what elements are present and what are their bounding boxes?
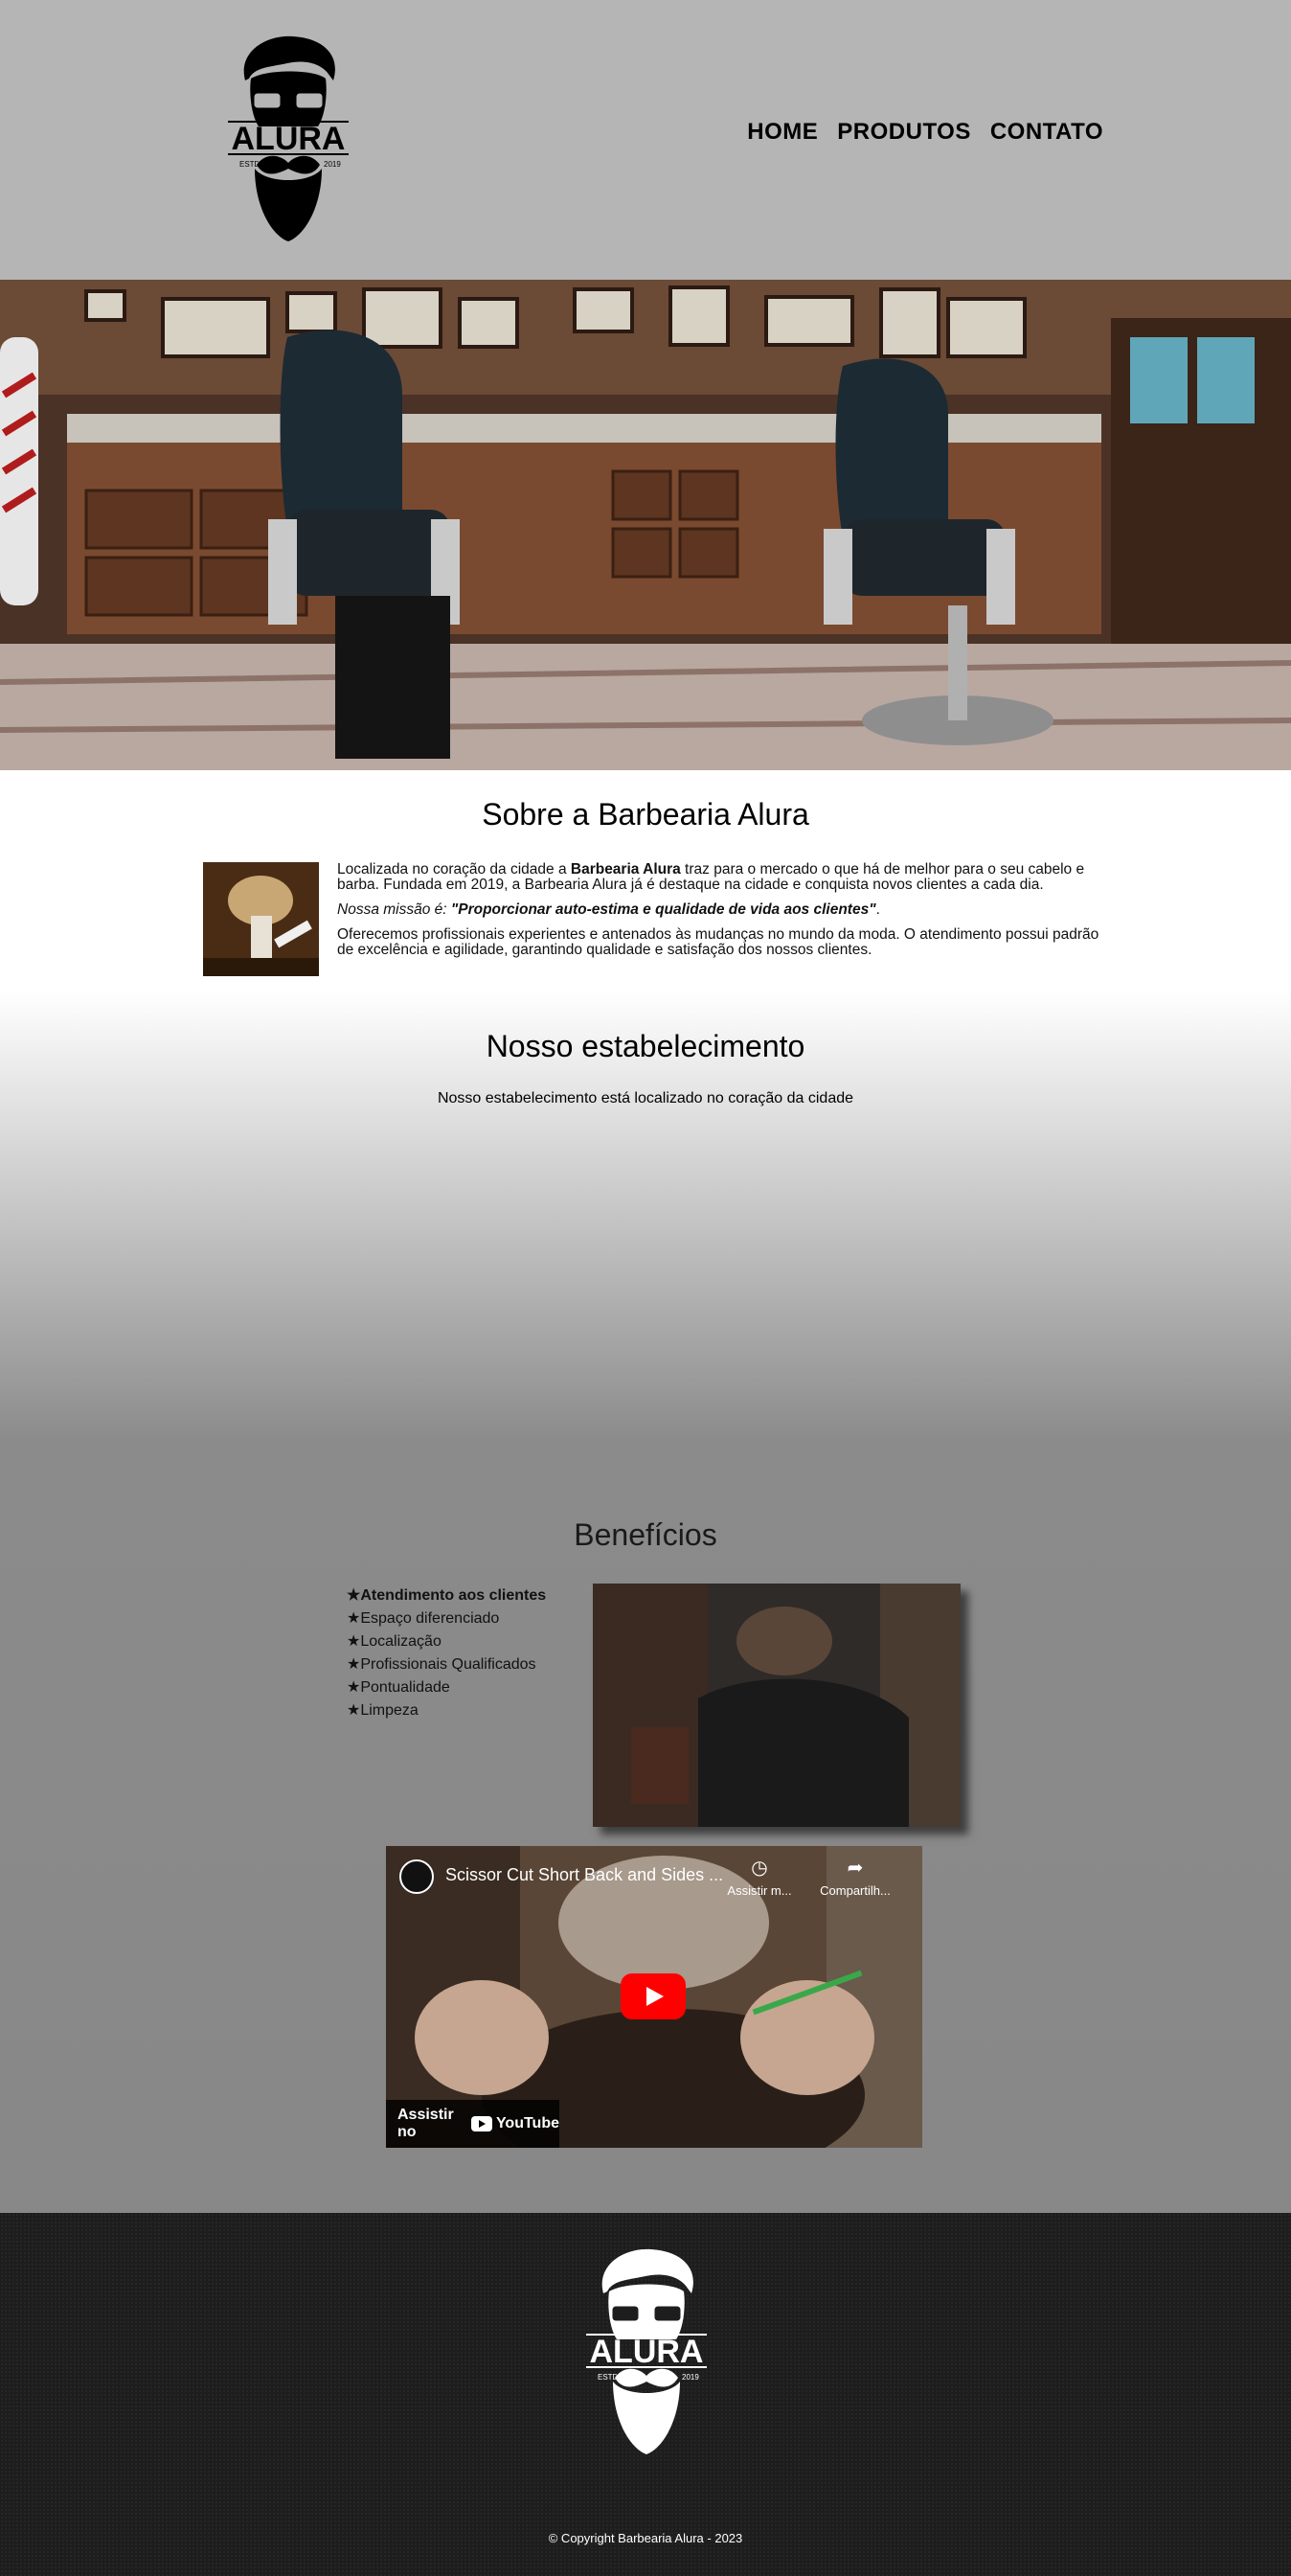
nav-contato-link[interactable]: CONTATO	[990, 119, 1103, 146]
establishment-title: Nosso estabelecimento	[486, 1029, 805, 1063]
alura-logo[interactable]: ALURA ESTD 2019	[228, 34, 349, 243]
watch-on-youtube-button[interactable]: Assistir no YouTube	[386, 2100, 559, 2148]
clock-icon: ◷	[751, 1858, 768, 1879]
content-section: Nosso estabelecimento Nosso estabelecime…	[0, 991, 1291, 2213]
about-section: Sobre a Barbearia Alura Localizada no co…	[0, 770, 1291, 991]
youtube-logo-icon: YouTube	[470, 2115, 559, 2132]
site-footer: ALURA ESTD 2019 © Copyright Barbearia Al…	[0, 2213, 1291, 2576]
svg-text:ESTD: ESTD	[598, 2373, 619, 2382]
main-nav: HOME PRODUTOS CONTATO	[747, 119, 1103, 146]
benefit-item: Pontualidade	[347, 1676, 546, 1699]
watch-later-button[interactable]: ◷ Assistir m...	[721, 1856, 798, 1898]
shaving-brush-image	[203, 862, 319, 976]
nav-produtos-link[interactable]: PRODUTOS	[837, 119, 971, 146]
channel-avatar-icon[interactable]	[399, 1859, 434, 1894]
benefits-image	[593, 1584, 961, 1827]
benefit-item: Atendimento aos clientes	[347, 1584, 546, 1607]
hero-banner-image	[0, 280, 1291, 770]
about-paragraph-3: Oferecemos profissionais experientes e a…	[337, 926, 1099, 958]
video-title[interactable]: Scissor Cut Short Back and Sides ...	[445, 1865, 723, 1885]
about-title: Sobre a Barbearia Alura	[482, 797, 809, 832]
establishment-text: Nosso estabelecimento está localizado no…	[437, 1090, 854, 1106]
benefit-item: Profissionais Qualificados	[347, 1653, 546, 1676]
benefit-item: Espaço diferenciado	[347, 1607, 546, 1630]
copyright-text: © Copyright Barbearia Alura - 2023	[548, 2531, 743, 2545]
benefits-title: Benefícios	[574, 1517, 717, 1552]
svg-text:2019: 2019	[682, 2373, 699, 2382]
svg-text:2019: 2019	[324, 160, 341, 169]
share-button[interactable]: ➦ Compartilh...	[817, 1856, 894, 1898]
site-header: ALURA ESTD 2019 HOME PRODUTOS CONTATO	[0, 0, 1291, 280]
share-icon: ➦	[847, 1858, 864, 1879]
svg-text:ESTD: ESTD	[239, 160, 260, 169]
benefits-list: Atendimento aos clientes Espaço diferenc…	[347, 1584, 546, 1722]
about-text: Localizada no coração da cidade a Barbea…	[337, 862, 1099, 968]
nav-home-link[interactable]: HOME	[747, 119, 818, 146]
about-paragraph-1: Localizada no coração da cidade a Barbea…	[337, 861, 1085, 893]
about-mission: Nossa missão é: "Proporcionar auto-estim…	[337, 901, 880, 918]
benefit-item: Localização	[347, 1630, 546, 1653]
alura-footer-logo: ALURA ESTD 2019	[586, 2248, 707, 2454]
youtube-video-embed[interactable]: Scissor Cut Short Back and Sides ... ◷ A…	[386, 1846, 922, 2148]
logo-brand-text: ALURA	[232, 121, 346, 157]
svg-text:ALURA: ALURA	[590, 2334, 704, 2370]
benefit-item: Limpeza	[347, 1699, 546, 1722]
play-button[interactable]	[621, 1973, 686, 2019]
